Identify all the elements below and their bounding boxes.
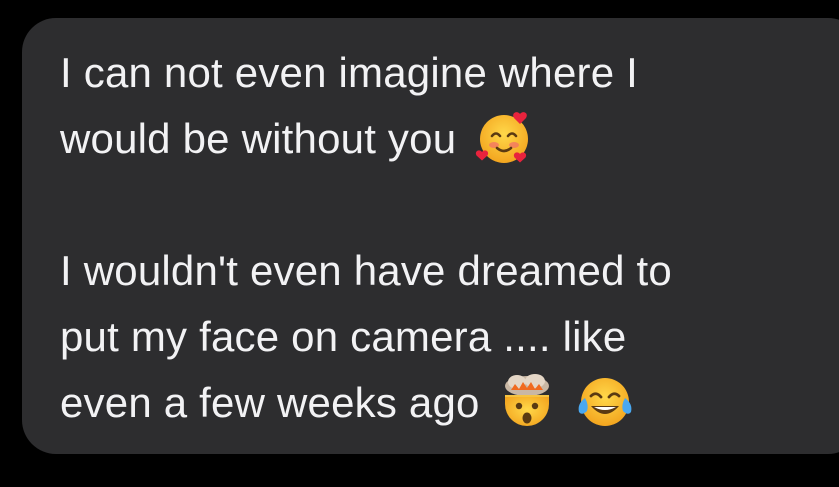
message-line: would be without you — [60, 106, 820, 172]
exploding-head-icon — [497, 372, 557, 432]
message-line: I wouldn't even have dreamed to — [60, 238, 820, 304]
message-line-text: even a few weeks ago — [60, 379, 480, 426]
message-line: I can not even imagine where I — [60, 40, 820, 106]
message-line-text: put my face on camera .... like — [60, 313, 627, 360]
message-line: even a few weeks ago — [60, 370, 820, 436]
face-with-tears-of-joy-icon — [575, 372, 635, 432]
message-line-text: would be without you — [60, 115, 457, 162]
smiling-face-with-hearts-icon — [474, 108, 534, 168]
message-line-text: I can not even imagine where I — [60, 49, 639, 96]
message-line-text: I wouldn't even have dreamed to — [60, 247, 672, 294]
message-line: put my face on camera .... like — [60, 304, 820, 370]
message-text: I can not even imagine where I would be … — [60, 40, 820, 436]
